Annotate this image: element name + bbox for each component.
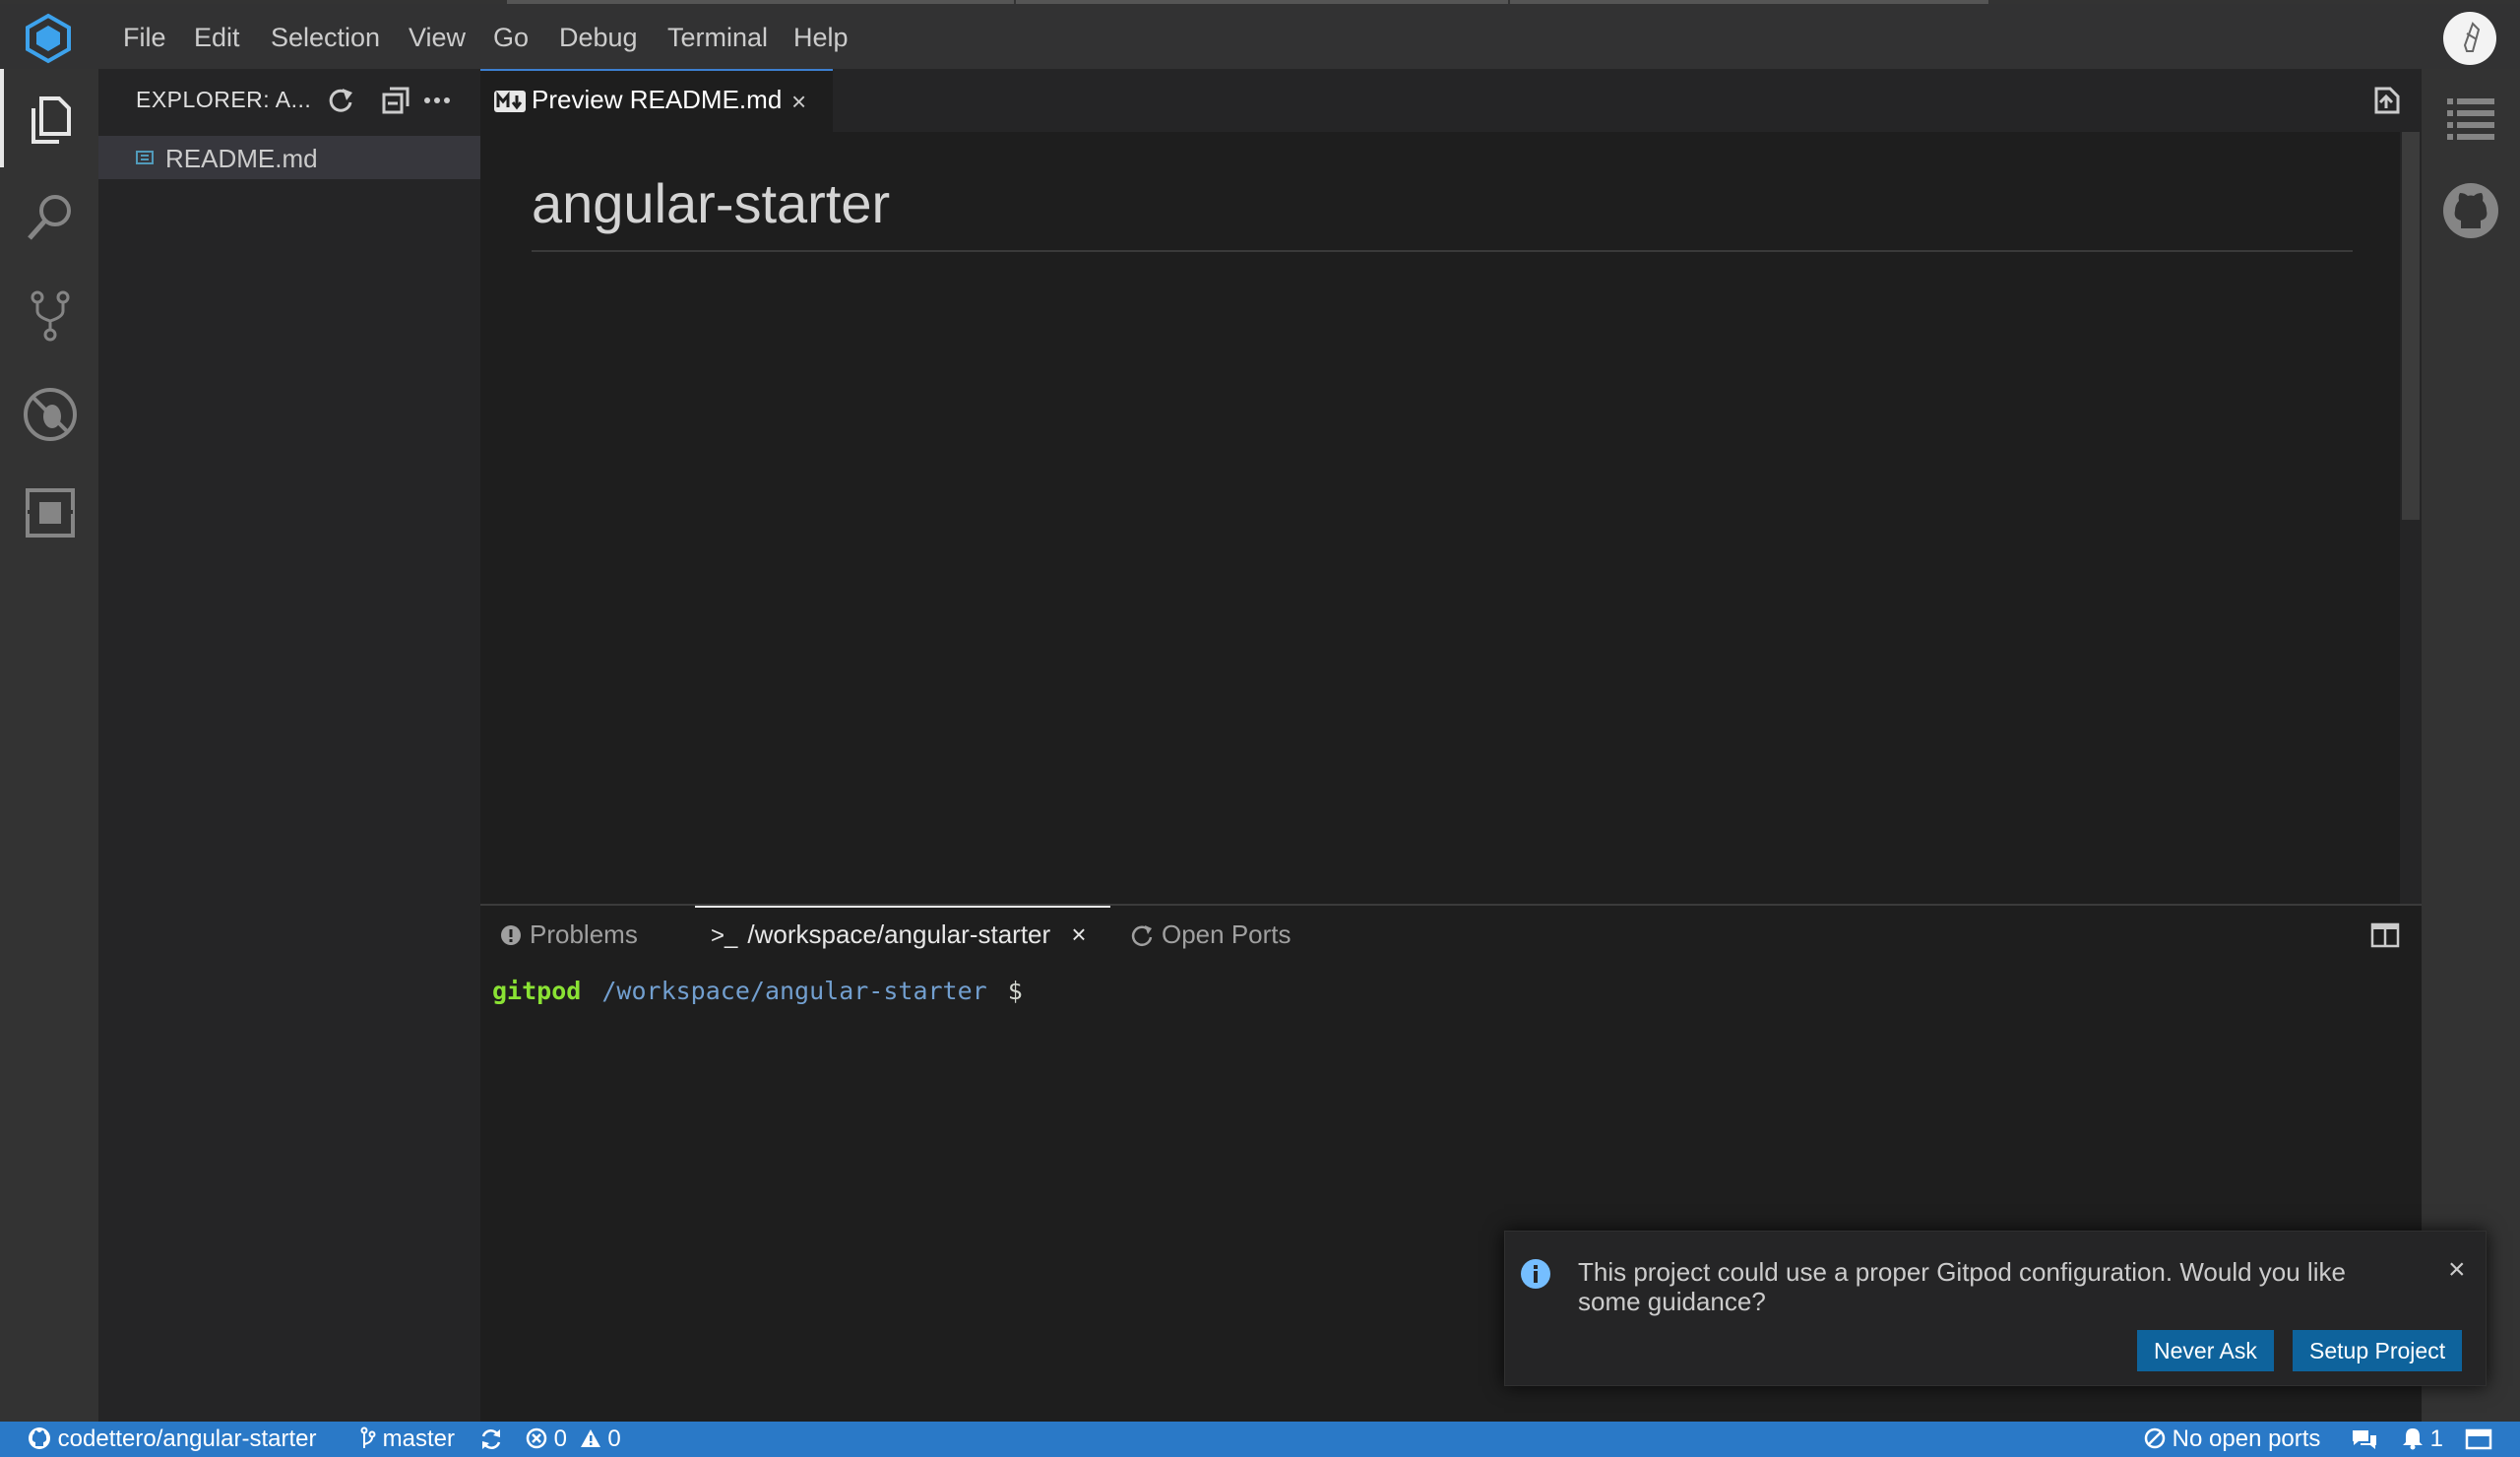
tab-problems-label: Problems xyxy=(530,919,638,949)
branch-name: master xyxy=(382,1425,456,1452)
heading-divider xyxy=(532,250,2353,252)
warning-icon xyxy=(580,1429,600,1447)
markdown-preview: angular-starter xyxy=(480,132,2422,904)
explorer-title: EXPLORER: A... xyxy=(136,87,312,112)
readme-heading: angular-starter xyxy=(532,172,891,234)
tab-terminal-label: /workspace/angular-starter xyxy=(747,919,1051,949)
tab-open-ports[interactable]: Open Ports xyxy=(1130,919,1292,950)
toggle-panel-icon[interactable] xyxy=(2465,1427,2492,1451)
explorer-sidebar: EXPLORER: A... README.md xyxy=(98,69,480,1422)
file-name: README.md xyxy=(165,144,318,173)
terminal-line[interactable]: gitpod /workspace/angular-starter $ xyxy=(492,977,1023,1005)
warning-count: 0 xyxy=(607,1425,621,1452)
menu-edit[interactable]: Edit xyxy=(190,20,244,55)
notification-count: 1 xyxy=(2429,1425,2444,1452)
right-activity-bar xyxy=(2422,69,2520,1422)
no-ports-icon xyxy=(2144,1427,2166,1449)
activity-bar xyxy=(0,69,98,1422)
ports-label: No open ports xyxy=(2172,1425,2321,1452)
repo-name: codettero/angular-starter xyxy=(57,1425,317,1452)
status-problems[interactable]: 0 0 xyxy=(526,1425,621,1453)
bell-icon xyxy=(2403,1428,2423,1450)
github-icon[interactable] xyxy=(2441,181,2500,240)
notification-close-icon[interactable]: × xyxy=(2448,1253,2466,1287)
info-icon xyxy=(1521,1259,1550,1289)
active-tab-indicator xyxy=(695,906,1110,908)
terminal-prompt: $ xyxy=(1007,977,1023,1005)
open-source-icon[interactable] xyxy=(2370,83,2404,118)
status-repo[interactable]: codettero/angular-starter xyxy=(28,1425,316,1453)
open-ports-icon xyxy=(1131,925,1153,946)
editor-scrollbar-thumb[interactable] xyxy=(2402,132,2420,520)
menu-debug[interactable]: Debug xyxy=(555,20,642,55)
markdown-preview-icon xyxy=(494,91,526,112)
tab-terminal[interactable]: >_ /workspace/angular-starter × xyxy=(711,919,1087,950)
error-icon xyxy=(526,1427,547,1449)
active-indicator xyxy=(0,69,4,167)
menu-bar: File Edit Selection View Go Debug Termin… xyxy=(0,4,2520,69)
tab-open-ports-label: Open Ports xyxy=(1162,919,1292,949)
outline-icon[interactable] xyxy=(2443,91,2498,146)
error-count: 0 xyxy=(553,1425,568,1452)
notification-message: This project could use a proper Gitpod c… xyxy=(1578,1257,2346,1316)
notification-toast: This project could use a proper Gitpod c… xyxy=(1504,1231,2487,1386)
terminal-path: /workspace/angular-starter xyxy=(601,977,987,1005)
feedback-icon[interactable] xyxy=(2351,1427,2378,1451)
branch-icon xyxy=(360,1426,376,1448)
terminal-tab-close-icon[interactable]: × xyxy=(1071,919,1086,949)
tab-label: Preview README.md xyxy=(532,85,783,114)
menu-terminal[interactable]: Terminal xyxy=(663,20,772,55)
avatar[interactable] xyxy=(2443,12,2496,65)
refresh-icon[interactable] xyxy=(323,83,358,118)
problems-icon xyxy=(501,925,521,945)
status-branch[interactable]: master xyxy=(360,1425,455,1453)
github-small-icon xyxy=(29,1427,50,1449)
menu-file[interactable]: File xyxy=(119,20,170,55)
user-avatar-icon xyxy=(2463,22,2481,52)
status-bar: codettero/angular-starter master 0 0 No … xyxy=(0,1422,2520,1457)
status-ports[interactable]: No open ports xyxy=(2144,1425,2320,1453)
status-notifications[interactable]: 1 xyxy=(2402,1425,2443,1453)
terminal-prompt-icon: >_ xyxy=(711,922,738,949)
tab-problems[interactable]: Problems xyxy=(500,919,638,950)
collapse-all-icon[interactable] xyxy=(378,83,413,118)
split-panel-icon[interactable] xyxy=(2370,921,2400,949)
editor-tab-bar: Preview README.md × xyxy=(480,69,2422,132)
markdown-file-icon xyxy=(136,151,154,164)
menu-selection[interactable]: Selection xyxy=(267,20,384,55)
sync-icon[interactable] xyxy=(478,1427,504,1451)
file-item-readme[interactable]: README.md xyxy=(98,136,480,179)
gitpod-logo-icon[interactable] xyxy=(22,12,75,65)
setup-project-button[interactable]: Setup Project xyxy=(2293,1330,2463,1371)
explorer-icon[interactable] xyxy=(20,89,81,150)
tab-preview-readme[interactable]: Preview README.md × xyxy=(480,69,833,132)
search-icon[interactable] xyxy=(20,187,81,248)
source-control-icon[interactable] xyxy=(20,285,81,347)
tab-close-icon[interactable]: × xyxy=(791,87,806,117)
more-icon[interactable] xyxy=(419,83,455,118)
menu-view[interactable]: View xyxy=(405,20,470,55)
debug-icon[interactable] xyxy=(20,384,81,445)
extensions-icon[interactable] xyxy=(20,482,81,543)
menu-go[interactable]: Go xyxy=(489,20,533,55)
menu-help[interactable]: Help xyxy=(789,20,852,55)
never-ask-button[interactable]: Never Ask xyxy=(2137,1330,2274,1371)
terminal-user: gitpod xyxy=(492,977,582,1005)
